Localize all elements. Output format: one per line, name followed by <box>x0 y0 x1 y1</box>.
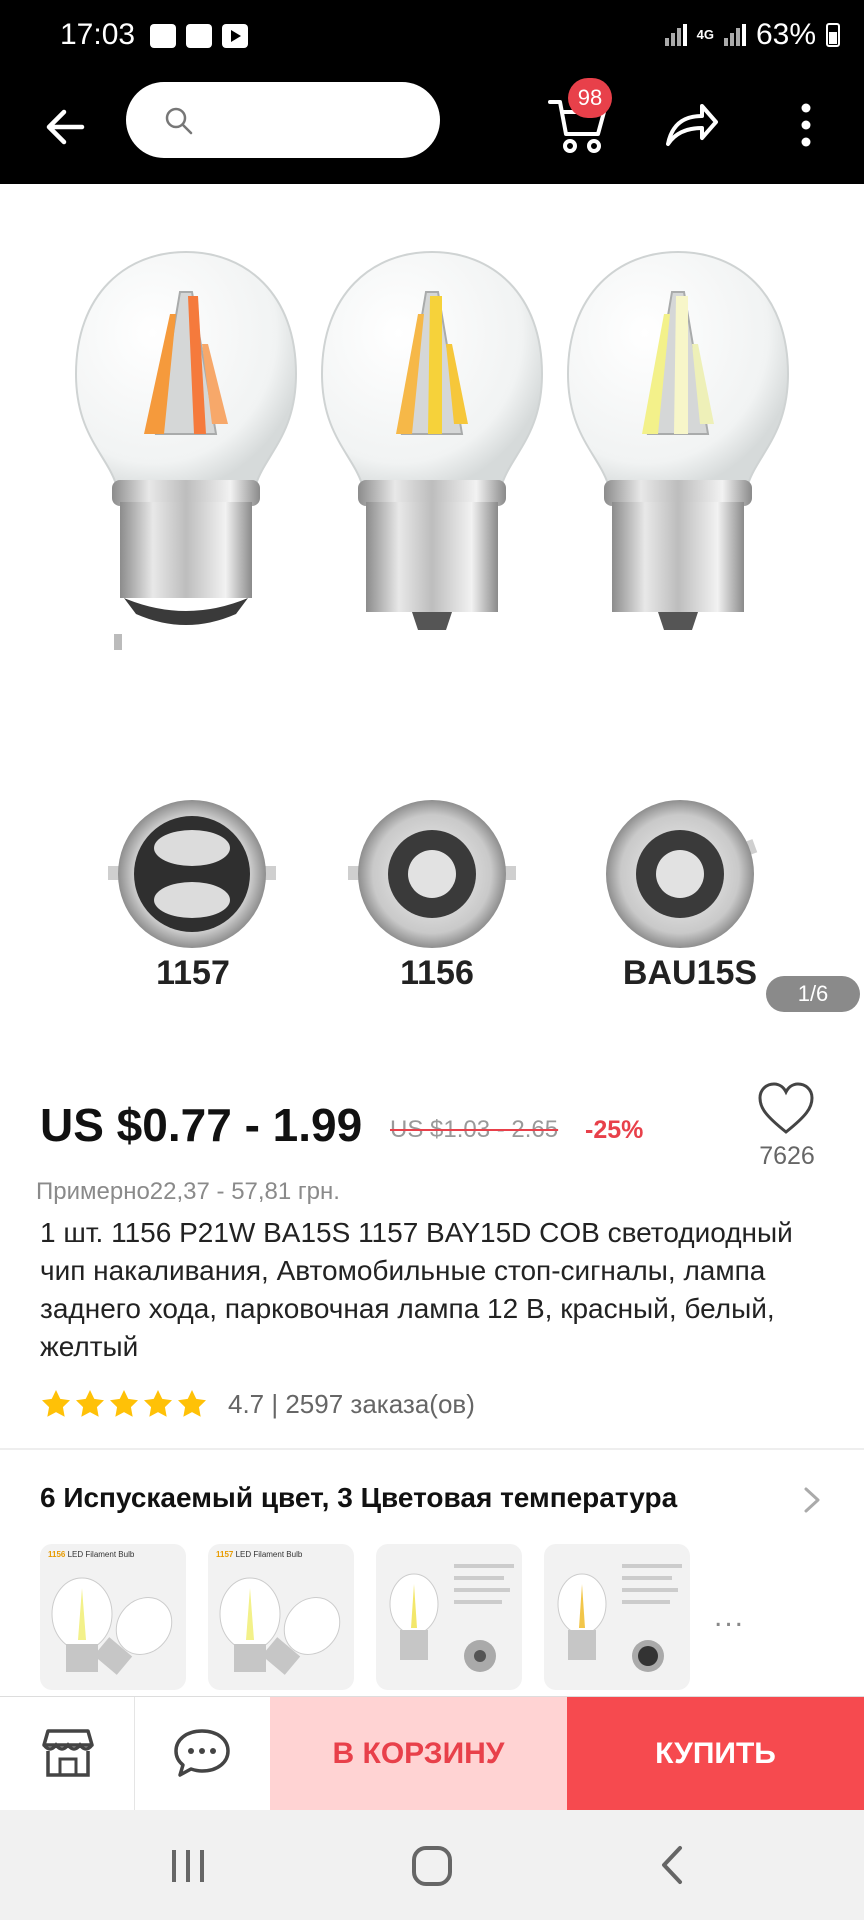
section-divider <box>0 1448 864 1450</box>
buy-now-button[interactable]: КУПИТЬ <box>567 1697 864 1811</box>
app-toolbar: 98 <box>0 74 864 184</box>
back-arrow-icon[interactable] <box>40 102 90 152</box>
status-right: 4G 63% <box>664 18 840 52</box>
add-to-cart-button[interactable]: В КОРЗИНУ <box>270 1697 567 1811</box>
thumb-tag: 1156 LED Filament Bulb <box>48 1550 135 1559</box>
store-icon <box>42 1729 94 1777</box>
store-button[interactable] <box>0 1697 135 1811</box>
product-image <box>74 250 790 948</box>
variant-thumb[interactable]: 1156 LED Filament Bulb <box>40 1544 186 1690</box>
thumb-image <box>557 1564 682 1672</box>
bulb-1157 <box>74 250 298 650</box>
back-icon[interactable] <box>612 1810 732 1920</box>
battery-percent: 63% <box>755 18 816 51</box>
product-price: US $0.77 - 1.99 <box>40 1099 363 1151</box>
rating-orders: 4.7 | 2597 заказа(ов) <box>228 1388 475 1419</box>
chevron-right-icon[interactable] <box>802 1486 822 1514</box>
thumb-tag: 1157 LED Filament Bulb <box>216 1550 303 1559</box>
socket-1157 <box>108 800 276 948</box>
wishlist-count: 7626 <box>759 1142 815 1170</box>
variant-thumb[interactable]: 1157 LED Filament Bulb <box>208 1544 354 1690</box>
thumb-image <box>219 1577 341 1675</box>
search-input[interactable] <box>126 82 440 158</box>
bulb-bau15s <box>566 250 790 630</box>
discount-badge: -25% <box>585 1116 644 1144</box>
star-icon <box>110 1390 138 1417</box>
caption-1156: 1156 <box>400 954 474 992</box>
variant-thumb[interactable] <box>376 1544 522 1690</box>
product-gallery[interactable]: 1157 1156 BAU15S 1/6 <box>0 184 864 1056</box>
youtube-icon <box>222 24 248 48</box>
socket-bau15s <box>606 800 758 948</box>
rating-stars <box>40 1388 208 1420</box>
chat-icon <box>174 1729 230 1777</box>
variants-title[interactable]: 6 Испускаемый цвет, 3 Цветовая температу… <box>40 1482 677 1514</box>
battery-icon <box>826 23 840 47</box>
music-icon <box>186 24 212 48</box>
thumb-image <box>389 1564 514 1672</box>
status-time: 17:03 <box>60 18 136 51</box>
home-icon[interactable] <box>372 1810 492 1920</box>
variant-thumb[interactable] <box>544 1544 690 1690</box>
socket-1156 <box>348 800 516 948</box>
star-icon <box>76 1390 104 1417</box>
cart-badge: 98 <box>568 78 612 118</box>
star-icon <box>42 1390 70 1417</box>
caption-bau15s: BAU15S <box>622 954 758 992</box>
star-icon <box>178 1390 206 1417</box>
signal-icon <box>664 24 687 46</box>
network-type: 4G <box>696 27 714 42</box>
variant-thumbnails: 1156 LED Filament Bulb 1157 LED Filament… <box>40 1544 690 1690</box>
caption-1157: 1157 <box>156 954 230 992</box>
share-icon[interactable] <box>664 100 720 150</box>
signal-icon-2 <box>723 24 746 46</box>
rating-row[interactable]: 4.7 | 2597 заказа(ов) <box>40 1388 475 1420</box>
search-icon <box>165 107 193 135</box>
wishlist-heart-icon[interactable] <box>756 1080 816 1136</box>
more-icon[interactable] <box>796 100 816 150</box>
star-icon <box>144 1390 172 1417</box>
chat-button[interactable] <box>134 1697 270 1811</box>
bulb-1156 <box>320 250 544 630</box>
gallery-icon <box>150 24 176 48</box>
notification-icons <box>150 24 248 48</box>
system-nav-bar <box>0 1810 864 1920</box>
bottom-action-bar: В КОРЗИНУ КУПИТЬ <box>0 1696 864 1811</box>
approx-price: Примерно22,37 - 57,81 грн. <box>36 1178 340 1205</box>
old-price: US $1.03 - 2.65 <box>390 1116 559 1143</box>
image-pager: 1/6 <box>766 976 860 1012</box>
thumb-image <box>51 1577 173 1675</box>
more-variants[interactable]: ... <box>714 1600 745 1634</box>
status-bar: 17:03 4G 63% <box>0 0 864 74</box>
product-title: 1 шт. 1156 P21W BA15S 1157 BAY15D COB св… <box>40 1217 793 1362</box>
recent-apps-icon[interactable] <box>128 1810 248 1920</box>
